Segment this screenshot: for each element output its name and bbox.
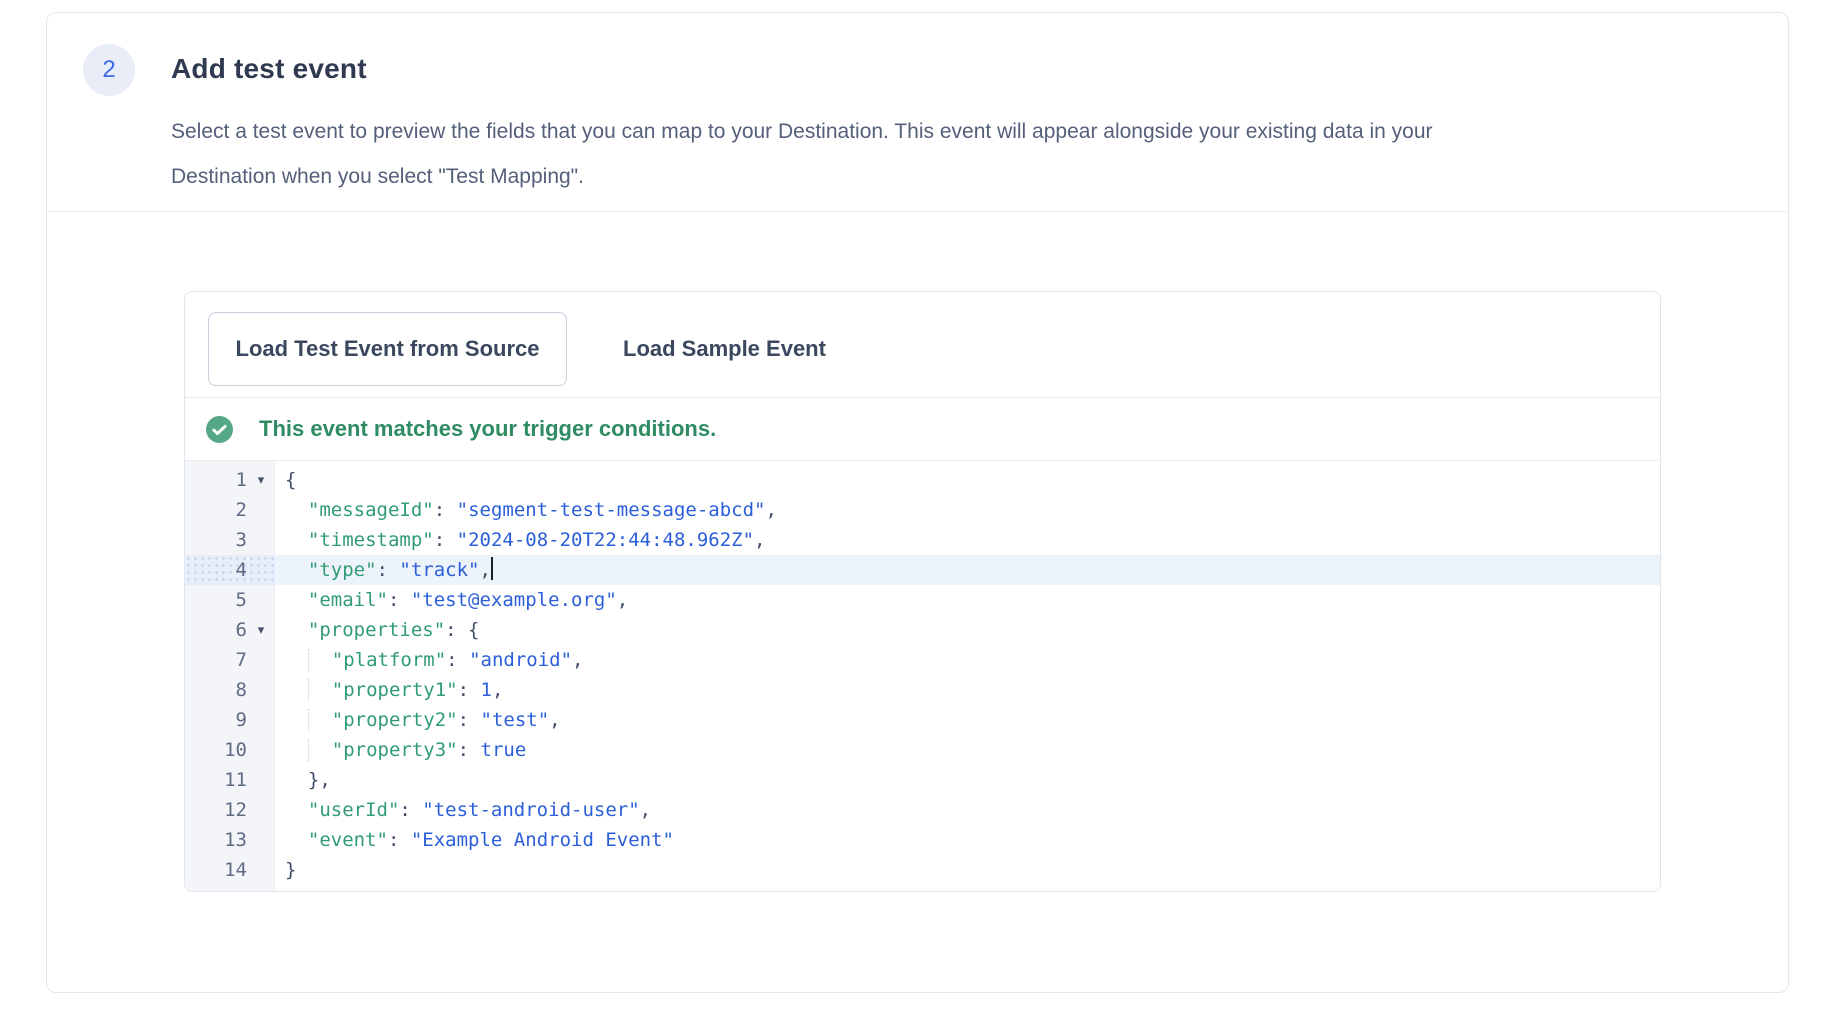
line-number: 3 (185, 525, 247, 555)
fold-spacer (247, 855, 275, 885)
line-number: 14 (185, 855, 247, 885)
fold-arrow-icon[interactable]: ▾ (247, 615, 275, 645)
line-number: 13 (185, 825, 247, 855)
test-event-panel: Load Test Event from Source Load Sample … (184, 291, 1661, 892)
code-line[interactable]: 14} (185, 855, 1660, 885)
code-line[interactable]: 4 "type": "track", (185, 555, 1660, 585)
fold-spacer (247, 525, 275, 555)
step-number: 2 (102, 56, 115, 84)
line-number: 7 (185, 645, 247, 675)
code-text: "messageId": "segment-test-message-abcd"… (275, 495, 1660, 525)
json-code-editor[interactable]: 1▾{2 "messageId": "segment-test-message-… (185, 461, 1660, 892)
trigger-status-row: This event matches your trigger conditio… (185, 398, 1660, 460)
code-text: { (275, 465, 1660, 495)
text-cursor (491, 557, 493, 580)
code-text: "event": "Example Android Event" (275, 825, 1660, 855)
fold-arrow-icon[interactable]: ▾ (247, 465, 275, 495)
fold-spacer (247, 765, 275, 795)
gutter-cell: 10 (185, 735, 275, 765)
step-number-badge: 2 (83, 44, 135, 96)
fold-spacer (247, 645, 275, 675)
code-text: } (275, 855, 1660, 885)
fold-spacer (247, 675, 275, 705)
add-test-event-card: 2 Add test event Select a test event to … (46, 12, 1789, 993)
gutter-cell: 13 (185, 825, 275, 855)
gutter-cell: 3 (185, 525, 275, 555)
gutter-cell: 11 (185, 765, 275, 795)
code-text: "platform": "android", (275, 645, 1660, 675)
fold-spacer (247, 825, 275, 855)
fold-spacer (247, 585, 275, 615)
gutter-cell: 8 (185, 675, 275, 705)
code-text: "email": "test@example.org", (275, 585, 1660, 615)
code-line[interactable]: 5 "email": "test@example.org", (185, 585, 1660, 615)
code-text: }, (275, 765, 1660, 795)
line-number: 1 (185, 465, 247, 495)
code-line[interactable]: 1▾{ (185, 465, 1660, 495)
line-number: 12 (185, 795, 247, 825)
code-line[interactable]: 12 "userId": "test-android-user", (185, 795, 1660, 825)
code-line[interactable]: 3 "timestamp": "2024-08-20T22:44:48.962Z… (185, 525, 1660, 555)
code-line[interactable]: 6▾ "properties": { (185, 615, 1660, 645)
gutter-cell: 5 (185, 585, 275, 615)
code-line[interactable]: 10 "property3": true (185, 735, 1660, 765)
code-text: "property2": "test", (275, 705, 1660, 735)
trigger-match-message: This event matches your trigger conditio… (259, 416, 716, 442)
line-number: 4 (185, 555, 247, 585)
code-text: "properties": { (275, 615, 1660, 645)
header-divider (47, 211, 1788, 212)
line-number: 5 (185, 585, 247, 615)
code-line[interactable]: 13 "event": "Example Android Event" (185, 825, 1660, 855)
gutter-cell: 2 (185, 495, 275, 525)
event-toolbar: Load Test Event from Source Load Sample … (185, 292, 1660, 397)
gutter-cell: 6▾ (185, 615, 275, 645)
fold-spacer (247, 555, 275, 585)
line-number: 10 (185, 735, 247, 765)
code-text: "timestamp": "2024-08-20T22:44:48.962Z", (275, 525, 1660, 555)
line-number: 2 (185, 495, 247, 525)
fold-spacer (247, 705, 275, 735)
code-line[interactable]: 11 }, (185, 765, 1660, 795)
line-number: 8 (185, 675, 247, 705)
check-circle-icon (206, 416, 233, 443)
gutter-cell: 12 (185, 795, 275, 825)
fold-spacer (247, 795, 275, 825)
line-number: 9 (185, 705, 247, 735)
load-sample-event-button[interactable]: Load Sample Event (623, 336, 826, 362)
line-number: 11 (185, 765, 247, 795)
gutter-cell: 9 (185, 705, 275, 735)
fold-spacer (247, 495, 275, 525)
fold-spacer (247, 735, 275, 765)
gutter-cell: 7 (185, 645, 275, 675)
step-description-line2: Destination when you select "Test Mappin… (171, 154, 1751, 199)
gutter-cell: 1▾ (185, 465, 275, 495)
step-description: Select a test event to preview the field… (171, 109, 1751, 199)
gutter-cell: 14 (185, 855, 275, 885)
code-text: "type": "track", (275, 555, 1660, 585)
code-line[interactable]: 8 "property1": 1, (185, 675, 1660, 705)
gutter-cell: 4 (185, 555, 275, 585)
page-title: Add test event (171, 53, 367, 85)
code-line[interactable]: 2 "messageId": "segment-test-message-abc… (185, 495, 1660, 525)
line-number: 6 (185, 615, 247, 645)
code-text: "property3": true (275, 735, 1660, 765)
step-description-line1: Select a test event to preview the field… (171, 109, 1751, 154)
code-line[interactable]: 9 "property2": "test", (185, 705, 1660, 735)
code-text: "property1": 1, (275, 675, 1660, 705)
code-text: "userId": "test-android-user", (275, 795, 1660, 825)
code-line[interactable]: 7 "platform": "android", (185, 645, 1660, 675)
load-test-event-button[interactable]: Load Test Event from Source (208, 312, 567, 386)
